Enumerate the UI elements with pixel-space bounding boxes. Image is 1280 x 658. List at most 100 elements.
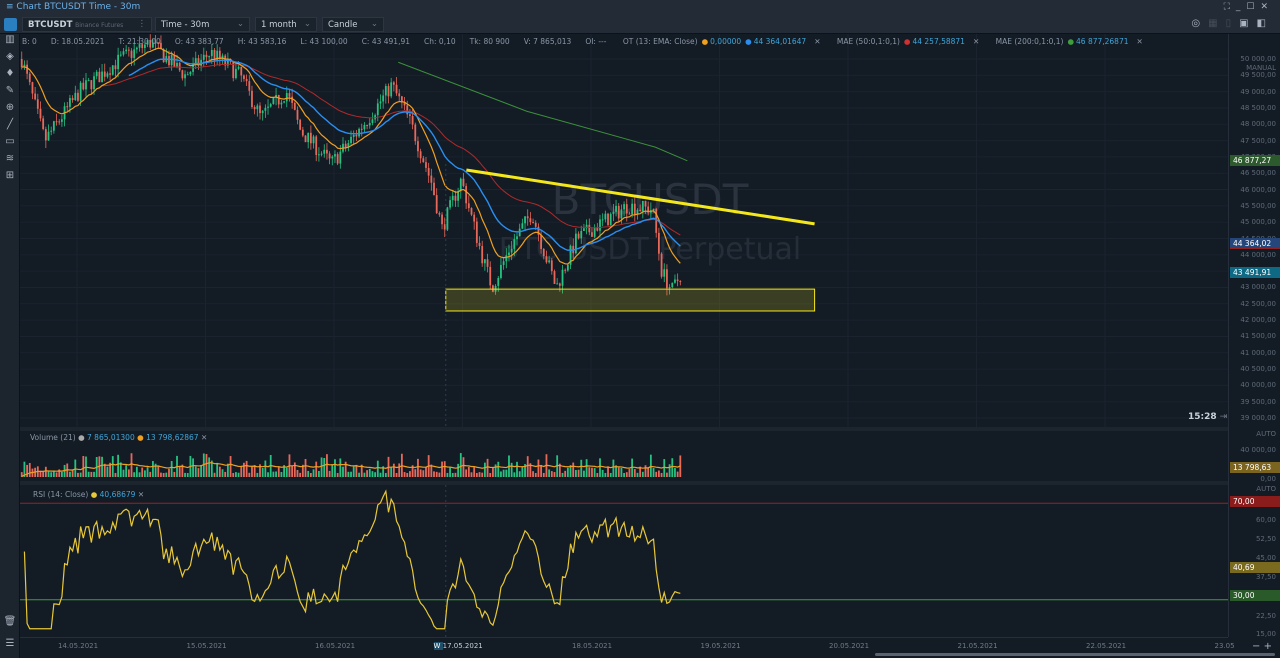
fullscreen-button[interactable]: ⛶	[1224, 2, 1236, 12]
template-icon[interactable]: ◎	[1191, 18, 1208, 29]
volume-bar	[392, 463, 395, 477]
pencil-icon[interactable]: ✎	[0, 85, 20, 102]
candle-body	[409, 114, 411, 116]
list-icon[interactable]: ☰	[0, 638, 20, 655]
indicator-ma200-value: 46 877,26871	[1076, 37, 1129, 46]
candle-body	[553, 271, 556, 284]
close-icon[interactable]: ✕	[973, 37, 979, 46]
chevron-down-icon: ⌄	[370, 19, 378, 29]
chevron-down-icon: ⌄	[236, 19, 244, 29]
volume-bar	[641, 471, 644, 477]
candle-body	[660, 253, 663, 277]
candle-body	[87, 80, 90, 82]
chart-panel-icon[interactable]	[4, 18, 17, 31]
candle-body	[52, 121, 55, 131]
volume-bar	[205, 453, 208, 477]
volume-bar	[633, 469, 636, 477]
volume-bar	[409, 471, 411, 477]
rectangle-tool-icon[interactable]: ▭	[0, 136, 20, 153]
candle-body	[240, 66, 243, 76]
volume-bar	[103, 463, 106, 477]
zoom-in-button[interactable]: +	[1264, 641, 1272, 652]
candle-body	[181, 70, 184, 79]
close-icon[interactable]: ✕	[201, 433, 207, 442]
volume-bar	[47, 471, 50, 477]
candle-body	[462, 178, 465, 187]
trash-icon[interactable]: 🗑	[0, 616, 20, 633]
horizontal-scrollbar[interactable]	[875, 653, 1275, 656]
rsi-scale-mode[interactable]: AUTO	[1256, 485, 1276, 493]
indicator-ema-label[interactable]: OT (13: EMA: Close)	[623, 37, 698, 46]
candle-body	[644, 200, 647, 207]
volume-bar	[101, 456, 103, 477]
minimize-button[interactable]: _	[1236, 2, 1247, 12]
volume-bar	[168, 468, 170, 477]
date-tick: 19.05.2021	[700, 642, 741, 650]
candle-body	[85, 80, 87, 90]
price-chart[interactable]: BTCUSDTBTC USDT Perpetual	[20, 34, 1228, 427]
crosshair-icon[interactable]: ⊕	[0, 102, 20, 119]
alert-icon[interactable]: ♦	[0, 68, 20, 85]
rsi-chart[interactable]	[20, 485, 1228, 637]
time-axis[interactable]: 14.05.2021 15.05.2021 16.05.2021 W 17.05.20…	[20, 637, 1275, 658]
close-icon[interactable]: ✕	[814, 37, 820, 46]
timeframe-select[interactable]: Time - 30m ⌄	[155, 17, 250, 32]
countdown-clock: 15:28 ⇥	[1188, 412, 1227, 422]
volume-bar	[307, 470, 310, 477]
date-tick: 21.05.2021	[957, 642, 998, 650]
split-icon[interactable]: ▯	[1226, 18, 1240, 29]
chart-type-select[interactable]: Candle ⌄	[322, 17, 384, 32]
volume-bar	[291, 465, 294, 477]
indicator-ma200-label[interactable]: MAE (200:0,1:0,1)	[996, 37, 1064, 46]
grid-icon[interactable]: ▦	[1208, 18, 1225, 29]
date-tick: 22.05.2021	[1086, 642, 1127, 650]
candle-body	[350, 136, 352, 144]
candle-body	[676, 279, 679, 281]
range-select[interactable]: 1 month ⌄	[255, 17, 317, 32]
price-tick: 41 000,00	[1240, 348, 1276, 357]
volume-bar	[676, 471, 679, 477]
candle-body	[465, 186, 468, 204]
candle-body	[39, 108, 42, 119]
candle-body	[500, 264, 502, 278]
indicator-ma50-label[interactable]: MAE (50:0,1:0,1)	[837, 37, 900, 46]
volume-scale-mode[interactable]: AUTO	[1256, 430, 1276, 438]
volume-bar	[138, 472, 141, 477]
volume-bar	[216, 462, 219, 477]
volume-bar	[114, 472, 117, 477]
candle-body	[328, 153, 331, 159]
volume-bar	[593, 468, 596, 477]
fib-tool-icon[interactable]: ≋	[0, 153, 20, 170]
candle-body	[205, 54, 208, 58]
volume-bar	[358, 472, 360, 477]
price-tick: 42 000,00	[1240, 316, 1276, 325]
close-button[interactable]: ✕	[1260, 2, 1274, 12]
zoom-out-button[interactable]: −	[1252, 641, 1264, 652]
volume-bar	[470, 472, 473, 477]
volume-bar	[580, 459, 583, 477]
menu-icon[interactable]: ≡	[6, 2, 16, 12]
candle-body	[390, 82, 393, 97]
line-tool-icon[interactable]: ╱	[0, 119, 20, 136]
candle-body	[607, 213, 609, 226]
candle-body	[679, 280, 682, 282]
layers-icon[interactable]: ◈	[0, 51, 20, 68]
price-axis[interactable]: MANUAL 50 000,00 49 500,00 49 000,00 48 500…	[1228, 34, 1280, 638]
volume-bar	[489, 472, 492, 477]
candle-body	[368, 123, 371, 126]
book-icon[interactable]: ▣	[1239, 18, 1256, 29]
close-icon[interactable]: ✕	[1137, 37, 1143, 46]
candle-body	[529, 218, 532, 223]
measure-tool-icon[interactable]: ⊞	[0, 170, 20, 187]
candle-body	[593, 227, 596, 237]
scroll-to-end-icon[interactable]: ⇥	[1220, 412, 1228, 422]
panel-icon[interactable]: ◧	[1257, 18, 1274, 29]
close-icon[interactable]: ✕	[138, 490, 144, 499]
symbol-selector[interactable]: BTCUSDT Binance Futures ⋮	[22, 17, 152, 32]
volume-bar	[481, 472, 484, 477]
maximize-button[interactable]: ☐	[1246, 2, 1260, 12]
legend-oi: OI: ---	[585, 37, 607, 46]
volume-bar	[475, 472, 478, 477]
chart-icon[interactable]: ▥	[0, 34, 20, 51]
candle-body	[470, 208, 473, 215]
